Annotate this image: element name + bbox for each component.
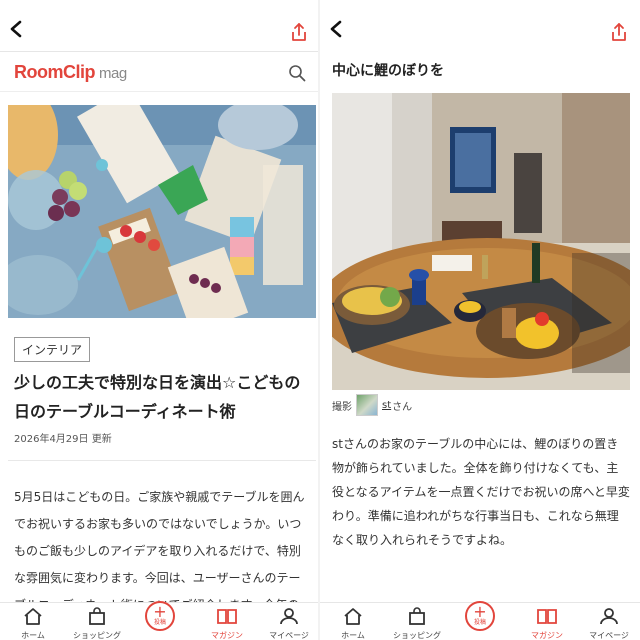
- logo-sub-text: mag: [99, 65, 127, 82]
- home-icon: [344, 608, 362, 625]
- tab-label: マガジン: [531, 631, 563, 640]
- tab-home[interactable]: ホーム: [8, 607, 58, 640]
- credit-suffix: さん: [392, 401, 413, 413]
- tab-shopping[interactable]: ショッピング: [72, 607, 122, 640]
- dining-table-photo: [332, 93, 630, 390]
- user-icon: [600, 608, 618, 625]
- roomclip-mag-logo[interactable]: RoomClip mag: [14, 62, 127, 83]
- plus-icon: +: [153, 602, 167, 621]
- tab-mypage[interactable]: マイページ: [264, 607, 314, 640]
- tab-magazine[interactable]: マガジン: [202, 607, 252, 640]
- shopping-bag-icon: [89, 607, 105, 625]
- article-title: 少しの工夫で特別な日を演出☆こどもの日のテーブルコーディネート術: [14, 373, 301, 421]
- logo-text: RoomClip: [14, 62, 96, 82]
- credit-user-link[interactable]: st: [382, 400, 391, 411]
- top-bar: [0, 0, 320, 52]
- brand-bar: RoomClip mag: [0, 52, 320, 92]
- home-icon: [24, 608, 42, 625]
- shopping-bag-icon: [409, 607, 425, 625]
- tab-label: 投稿: [473, 619, 486, 626]
- tab-label: ショッピング: [393, 631, 441, 640]
- tab-label: マイページ: [269, 631, 309, 640]
- credit-label: 撮影: [332, 401, 352, 413]
- article-date: 2026年4月29日 更新: [14, 434, 112, 445]
- top-bar: [320, 0, 640, 52]
- plus-icon: +: [473, 602, 487, 621]
- tab-label: ホーム: [341, 631, 365, 640]
- section-title: 中心に鯉のぼりを: [332, 63, 444, 79]
- section-description: stさんのお家のテーブルの中心には、鯉のぼりの置き物が飾られていました。全体を飾…: [332, 437, 630, 547]
- share-icon[interactable]: [610, 22, 628, 42]
- back-arrow-icon[interactable]: [328, 20, 346, 38]
- user-icon: [280, 608, 298, 625]
- tab-label: マガジン: [211, 631, 243, 640]
- tab-label: 投稿: [153, 619, 166, 626]
- bottom-tab-bar: ホーム ショッピング + 投稿 マガジン マイページ: [320, 601, 640, 640]
- photo-credit: 撮影 st さん: [332, 394, 412, 416]
- share-icon[interactable]: [290, 22, 308, 42]
- post-button[interactable]: + 投稿: [145, 601, 175, 631]
- back-arrow-icon[interactable]: [8, 20, 26, 38]
- tab-magazine[interactable]: マガジン: [522, 607, 572, 640]
- tab-label: マイページ: [589, 631, 629, 640]
- divider: [8, 460, 316, 461]
- tab-home[interactable]: ホーム: [328, 607, 378, 640]
- magazine-icon: [217, 609, 237, 624]
- bottom-tab-bar: ホーム ショッピング + 投稿 マガジン マイページ: [0, 601, 320, 640]
- post-button[interactable]: + 投稿: [465, 601, 495, 631]
- magazine-icon: [537, 609, 557, 624]
- tab-label: ホーム: [21, 631, 45, 640]
- section-screen: 中心に鯉のぼりを 撮影 st さん stさんのお家のテーブルの中心には、鯉のぼり…: [320, 0, 640, 640]
- category-tag[interactable]: インテリア: [14, 337, 91, 362]
- user-avatar[interactable]: [356, 394, 378, 416]
- tab-shopping[interactable]: ショッピング: [392, 607, 442, 640]
- hero-image: [8, 105, 316, 318]
- tab-label: ショッピング: [73, 631, 121, 640]
- search-icon[interactable]: [288, 64, 306, 82]
- tab-mypage[interactable]: マイページ: [584, 607, 634, 640]
- article-screen: RoomClip mag インテリア 少しの工夫で特別な日を演出☆こどもの日のテ…: [0, 0, 320, 640]
